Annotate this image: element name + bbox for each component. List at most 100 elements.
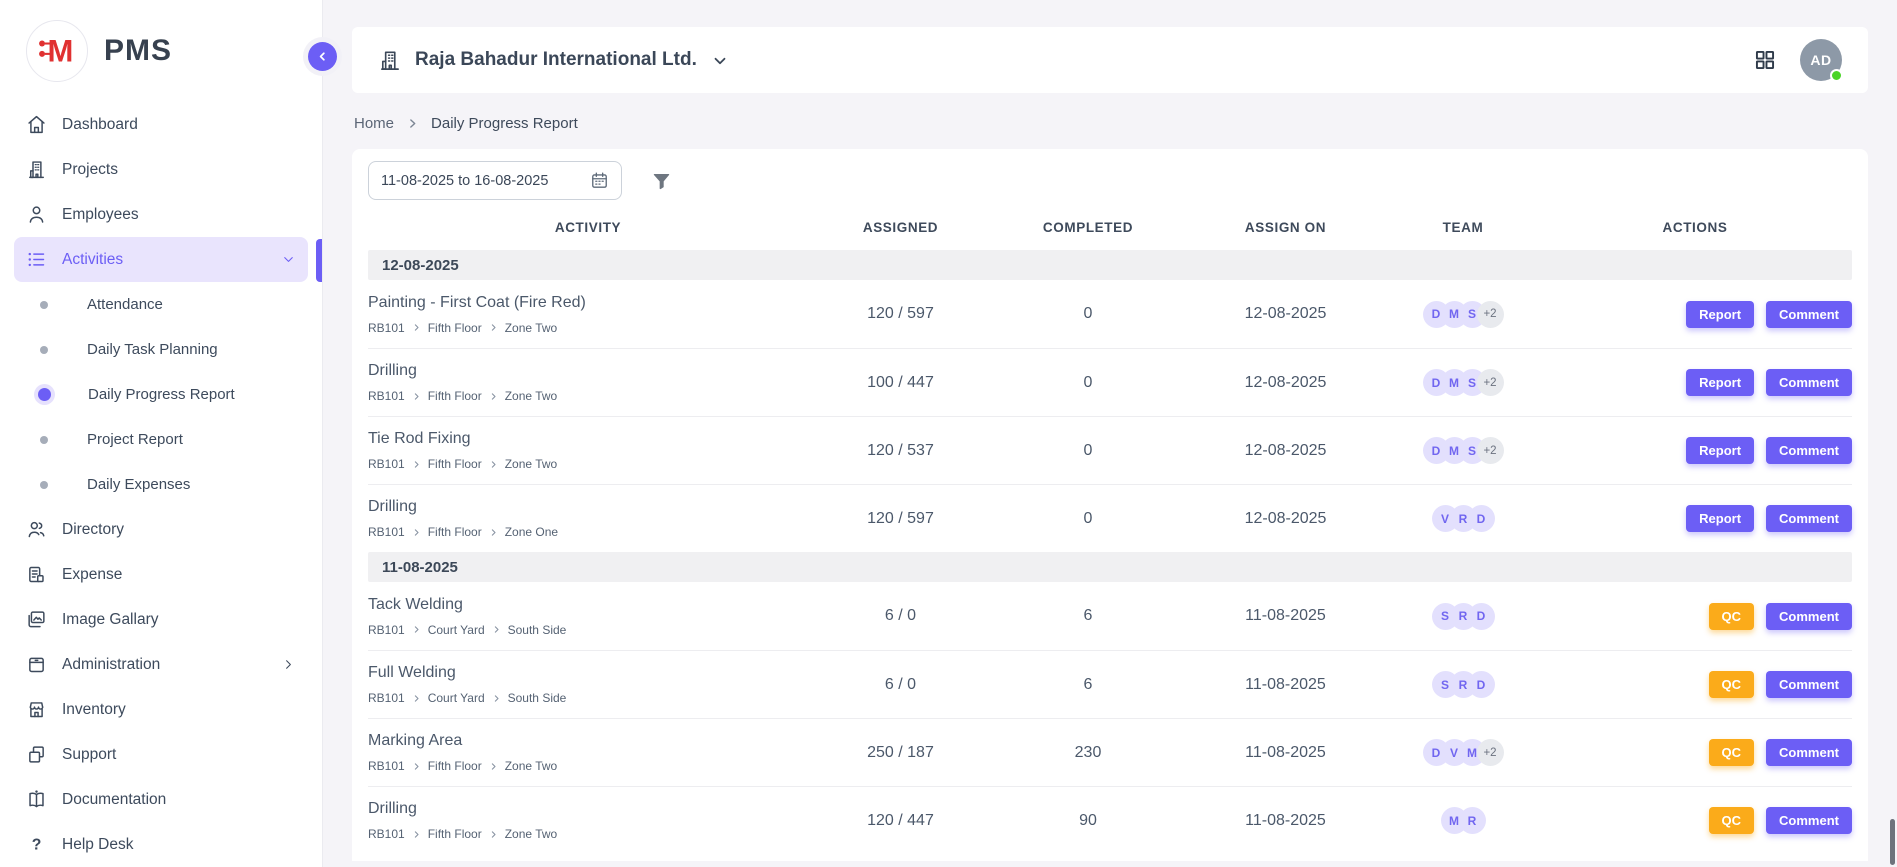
team-more-badge[interactable]: +2 — [1477, 301, 1504, 328]
topbar: Raja Bahadur International Ltd. AD — [352, 27, 1868, 93]
report-button[interactable]: Report — [1686, 369, 1754, 396]
report-button[interactable]: Report — [1686, 301, 1754, 328]
comment-button[interactable]: Comment — [1766, 505, 1852, 532]
actions-cell: QC Comment — [1538, 603, 1852, 630]
qc-button[interactable]: QC — [1709, 671, 1755, 698]
path-segment: Fifth Floor — [428, 759, 482, 773]
actions-cell: Report Comment — [1538, 369, 1852, 396]
completed-cell: 0 — [993, 442, 1183, 460]
chevron-down-icon — [281, 252, 296, 267]
user-avatar[interactable]: AD — [1800, 39, 1842, 81]
table-row: Drilling RB101Fifth FloorZone Two 100 / … — [368, 348, 1852, 416]
sidebar-subitem-project-report[interactable]: Project Report — [0, 417, 322, 462]
assign-on-cell: 12-08-2025 — [1183, 442, 1388, 460]
activity-name: Drilling — [368, 800, 808, 818]
bullet-dot-icon — [40, 481, 48, 489]
sidebar-item-directory[interactable]: Directory — [14, 507, 308, 552]
actions-cell: Report Comment — [1538, 437, 1852, 464]
brand[interactable]: M PMS — [0, 0, 322, 102]
date-group-row: 11-08-2025 — [368, 552, 1852, 582]
team-more-badge[interactable]: +2 — [1477, 437, 1504, 464]
sidebar-item-inventory[interactable]: Inventory — [14, 687, 308, 732]
path-segment: Fifth Floor — [428, 457, 482, 471]
assigned-cell: 120 / 597 — [808, 305, 993, 323]
sidebar-item-support[interactable]: Support — [14, 732, 308, 777]
filter-icon[interactable] — [651, 170, 672, 191]
company-selector[interactable]: Raja Bahadur International Ltd. — [378, 49, 729, 72]
path-segment: RB101 — [368, 457, 405, 471]
copy-icon — [26, 744, 47, 765]
date-group-row: 12-08-2025 — [368, 250, 1852, 280]
breadcrumb-home-link[interactable]: Home — [354, 115, 394, 132]
table-body: 12-08-2025 Painting - First Coat (Fire R… — [368, 250, 1852, 854]
sidebar: M PMS Dashboard ProjectsEmployeesActiviti… — [0, 0, 323, 867]
comment-button[interactable]: Comment — [1766, 301, 1852, 328]
qc-button[interactable]: QC — [1709, 603, 1755, 630]
sidebar-item-image-gallary[interactable]: Image Gallary — [14, 597, 308, 642]
sidebar-collapse-button[interactable] — [308, 42, 337, 71]
comment-button[interactable]: Comment — [1766, 671, 1852, 698]
report-button[interactable]: Report — [1686, 505, 1754, 532]
brand-name: PMS — [104, 34, 172, 68]
actions-cell: Report Comment — [1538, 505, 1852, 532]
scrollbar-thumb[interactable] — [1890, 819, 1895, 865]
team-cell: DMS+2 — [1388, 437, 1538, 464]
column-header-team: TEAM — [1388, 220, 1538, 235]
comment-button[interactable]: Comment — [1766, 739, 1852, 766]
team-more-badge[interactable]: +2 — [1477, 369, 1504, 396]
activity-name: Drilling — [368, 498, 808, 516]
team-member-avatar[interactable]: D — [1468, 505, 1495, 532]
comment-button[interactable]: Comment — [1766, 437, 1852, 464]
qc-button[interactable]: QC — [1709, 739, 1755, 766]
column-header-completed: COMPLETED — [993, 220, 1183, 235]
content-card: 11-08-2025 to 16-08-2025 ACTIVITYASSIGNE… — [352, 149, 1868, 861]
comment-button[interactable]: Comment — [1766, 807, 1852, 834]
sidebar-item-activities[interactable]: Activities — [14, 237, 308, 282]
column-header-assigned: ASSIGNED — [808, 220, 993, 235]
activity-cell: Drilling RB101Fifth FloorZone One — [368, 498, 808, 539]
book-icon — [26, 789, 47, 810]
comment-button[interactable]: Comment — [1766, 369, 1852, 396]
activity-cell: Tack Welding RB101Court YardSouth Side — [368, 596, 808, 637]
sidebar-item-documentation[interactable]: Documentation — [14, 777, 308, 822]
svg-text:?: ? — [32, 836, 42, 853]
active-item-indicator — [316, 239, 322, 282]
sidebar-subitem-attendance[interactable]: Attendance — [0, 282, 322, 327]
topbar-right: AD — [1754, 39, 1842, 81]
date-range-input[interactable]: 11-08-2025 to 16-08-2025 — [368, 161, 622, 200]
path-segment: RB101 — [368, 827, 405, 841]
activity-location-path: RB101Court YardSouth Side — [368, 691, 808, 705]
comment-button[interactable]: Comment — [1766, 603, 1852, 630]
qc-button[interactable]: QC — [1709, 807, 1755, 834]
team-member-avatar[interactable]: R — [1459, 807, 1486, 834]
path-chevron-icon — [412, 694, 421, 703]
sidebar-item-dashboard[interactable]: Dashboard — [14, 102, 308, 147]
completed-cell: 0 — [993, 305, 1183, 323]
sidebar-subitem-daily-expenses[interactable]: Daily Expenses — [0, 462, 322, 507]
sidebar-item-label: Dashboard — [62, 116, 138, 134]
actions-cell: QC Comment — [1538, 671, 1852, 698]
team-cell: VRD — [1388, 505, 1538, 532]
path-chevron-icon — [412, 830, 421, 839]
sidebar-item-help-desk[interactable]: ?Help Desk — [14, 822, 308, 867]
team-member-avatar[interactable]: D — [1468, 671, 1495, 698]
activity-cell: Full Welding RB101Court YardSouth Side — [368, 664, 808, 705]
store-icon — [26, 699, 47, 720]
column-header-actions: ACTIONS — [1538, 220, 1852, 235]
team-more-badge[interactable]: +2 — [1477, 739, 1504, 766]
apps-grid-icon[interactable] — [1754, 49, 1776, 71]
sidebar-item-administration[interactable]: Administration — [14, 642, 308, 687]
team-member-avatar[interactable]: D — [1468, 603, 1495, 630]
table-row: Tie Rod Fixing RB101Fifth FloorZone Two … — [368, 416, 1852, 484]
report-button[interactable]: Report — [1686, 437, 1754, 464]
assigned-cell: 120 / 537 — [808, 442, 993, 460]
table-row: Marking Area RB101Fifth FloorZone Two 25… — [368, 718, 1852, 786]
bullet-dot-icon — [38, 388, 51, 401]
sidebar-item-projects[interactable]: Projects — [14, 147, 308, 192]
sidebar-item-expense[interactable]: Expense — [14, 552, 308, 597]
sidebar-subitem-daily-progress-report[interactable]: Daily Progress Report — [0, 372, 322, 417]
sidebar-subitem-daily-task-planning[interactable]: Daily Task Planning — [0, 327, 322, 372]
sidebar-item-employees[interactable]: Employees — [14, 192, 308, 237]
activity-name: Painting - First Coat (Fire Red) — [368, 294, 808, 312]
table-row: Drilling RB101Fifth FloorZone One 120 / … — [368, 484, 1852, 552]
